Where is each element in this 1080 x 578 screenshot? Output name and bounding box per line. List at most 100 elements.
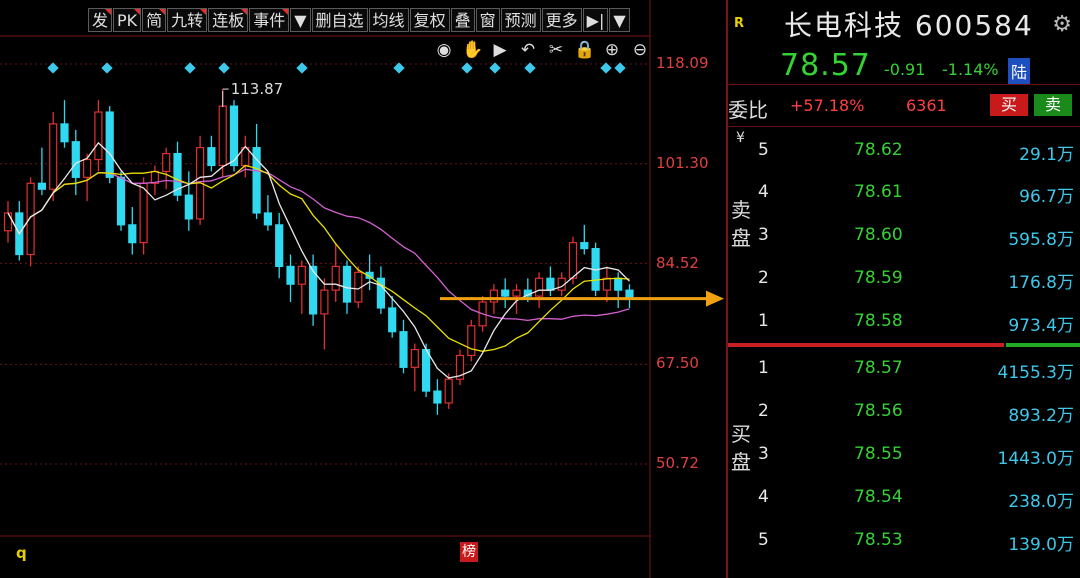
candle-body bbox=[614, 277, 623, 291]
candle-body bbox=[60, 123, 69, 143]
ask-row[interactable]: 3 78.60 595.8万 bbox=[728, 221, 1080, 251]
candle-body bbox=[602, 277, 612, 291]
zoom-out-icon[interactable]: ⊖ bbox=[630, 40, 650, 60]
toolbar-button[interactable]: 复权 bbox=[409, 8, 450, 32]
weibi-label: 委比 bbox=[728, 98, 768, 122]
candle-body bbox=[342, 265, 352, 303]
chart-tools: ◉ ✋ ▶ ↶ ✂ 🔒 ⊕ ⊖ bbox=[434, 40, 650, 60]
candle-body bbox=[297, 265, 306, 285]
toolbar-button[interactable]: 发 bbox=[88, 8, 113, 32]
toolbar-button[interactable]: 均线 bbox=[368, 8, 409, 32]
ask-row[interactable]: 2 78.59 176.8万 bbox=[728, 264, 1080, 294]
candle-body bbox=[467, 325, 476, 357]
candle-body bbox=[275, 224, 284, 268]
order-level: 4 bbox=[758, 487, 769, 507]
candle-body bbox=[501, 289, 510, 297]
ask-row[interactable]: 1 78.58 973.4万 bbox=[728, 307, 1080, 337]
candle-body bbox=[82, 158, 92, 178]
candle-body bbox=[207, 147, 216, 167]
candle-body bbox=[184, 194, 193, 220]
order-price: 78.58 bbox=[854, 311, 903, 331]
candle-body bbox=[320, 289, 329, 315]
price-tick: 84.52 bbox=[656, 254, 699, 272]
order-price: 78.56 bbox=[854, 401, 903, 421]
toolbar-button[interactable]: PK bbox=[113, 8, 142, 32]
bid-ratio-fill bbox=[728, 343, 1004, 347]
order-vol: 96.7万 bbox=[1019, 187, 1074, 207]
sell-button[interactable]: 卖 bbox=[1034, 94, 1072, 116]
kline-chart-area[interactable]: 113.87 发 PK 简九转 连板 事件 ▼ 删自选 均线 复权叠窗预测 更多 ▶| ▼ ◉ ✋ ▶ ↶ ✂… bbox=[0, 0, 726, 578]
candle-body bbox=[399, 331, 408, 368]
play-icon[interactable]: ▶ bbox=[490, 40, 510, 60]
divider bbox=[728, 126, 1080, 127]
toolbar-button[interactable]: 叠 bbox=[450, 8, 475, 32]
candle-body bbox=[37, 182, 47, 190]
bid-row[interactable]: 5 78.53 139.0万 bbox=[728, 526, 1080, 556]
order-price: 78.60 bbox=[854, 225, 903, 245]
order-level: 3 bbox=[758, 225, 769, 245]
order-level: 5 bbox=[758, 530, 769, 550]
toolbar-button[interactable]: 事件 bbox=[249, 8, 290, 32]
ask-row[interactable]: 5 78.62 29.1万 bbox=[728, 136, 1080, 166]
ask-row[interactable]: 4 78.61 96.7万 bbox=[728, 178, 1080, 208]
toolbar-button[interactable]: ▼ bbox=[609, 8, 630, 32]
candle-body bbox=[568, 242, 578, 279]
buy-button[interactable]: 买 bbox=[990, 94, 1028, 116]
chart-toolbar: 发 PK 简九转 连板 事件 ▼ 删自选 均线 复权叠窗预测 更多 ▶| ▼ bbox=[88, 8, 631, 34]
hand-icon[interactable]: ✋ bbox=[462, 40, 483, 60]
market-tag: 陆 bbox=[1008, 58, 1031, 84]
last-price: 78.57 bbox=[780, 48, 871, 83]
candle-body bbox=[139, 182, 148, 244]
event-marker-icon bbox=[600, 62, 612, 74]
bid-row[interactable]: 3 78.55 1443.0万 bbox=[728, 440, 1080, 470]
bid-row[interactable]: 1 78.57 4155.3万 bbox=[728, 354, 1080, 384]
toolbar-button[interactable]: 连板 bbox=[208, 8, 249, 32]
toolbar-button[interactable]: 简 bbox=[142, 8, 167, 32]
candle-body bbox=[229, 105, 239, 167]
toolbar-button[interactable]: 删自选 bbox=[311, 8, 368, 32]
candle-body bbox=[444, 378, 453, 404]
bid-row[interactable]: 2 78.56 893.2万 bbox=[728, 397, 1080, 427]
toolbar-button[interactable]: 九转 bbox=[167, 8, 208, 32]
scissors-icon[interactable]: ✂ bbox=[546, 40, 566, 60]
order-level: 1 bbox=[758, 311, 769, 331]
order-level: 5 bbox=[758, 140, 769, 160]
order-vol: 1443.0万 bbox=[997, 449, 1074, 469]
bid-ask-ratio-bar bbox=[728, 343, 1080, 347]
candle-body bbox=[71, 141, 80, 178]
candle-body bbox=[3, 212, 13, 232]
order-vol: 595.8万 bbox=[1008, 230, 1074, 250]
divider bbox=[728, 84, 1080, 85]
rank-badge[interactable]: 榜 bbox=[460, 542, 478, 562]
r-badge: R bbox=[734, 16, 745, 31]
candle-body bbox=[433, 390, 442, 404]
order-vol: 176.8万 bbox=[1008, 273, 1074, 293]
toolbar-button[interactable]: 更多 bbox=[541, 8, 582, 32]
zoom-in-icon[interactable]: ⊕ bbox=[602, 40, 622, 60]
toolbar-button[interactable]: 预测 bbox=[500, 8, 541, 32]
order-price: 78.55 bbox=[854, 444, 903, 464]
eye-icon[interactable]: ◉ bbox=[434, 40, 454, 60]
candle-body bbox=[26, 182, 35, 256]
peak-label: 113.87 bbox=[231, 80, 284, 98]
candle-body bbox=[286, 265, 295, 285]
candle-body bbox=[489, 289, 498, 303]
bid-row[interactable]: 4 78.54 238.0万 bbox=[728, 483, 1080, 513]
gear-icon[interactable]: ⚙ bbox=[1052, 12, 1072, 37]
candle-body bbox=[105, 111, 114, 178]
candle-body bbox=[94, 111, 103, 161]
kline-chart[interactable]: 113.87 bbox=[0, 0, 726, 578]
candle-body bbox=[580, 242, 589, 250]
toolbar-button[interactable]: ▶| bbox=[582, 8, 609, 32]
toolbar-button[interactable]: 窗 bbox=[475, 8, 500, 32]
order-level: 4 bbox=[758, 182, 769, 202]
lock-icon[interactable]: 🔒 bbox=[574, 40, 595, 60]
price-tick: 118.09 bbox=[656, 54, 709, 72]
undo-icon[interactable]: ↶ bbox=[518, 40, 538, 60]
toolbar-button[interactable]: ▼ bbox=[290, 8, 311, 32]
order-vol: 139.0万 bbox=[1008, 535, 1074, 555]
candle-body bbox=[388, 307, 397, 333]
weibi-pct: +57.18% bbox=[790, 96, 865, 115]
candle-body bbox=[263, 212, 272, 226]
ma5-line bbox=[7, 141, 630, 379]
